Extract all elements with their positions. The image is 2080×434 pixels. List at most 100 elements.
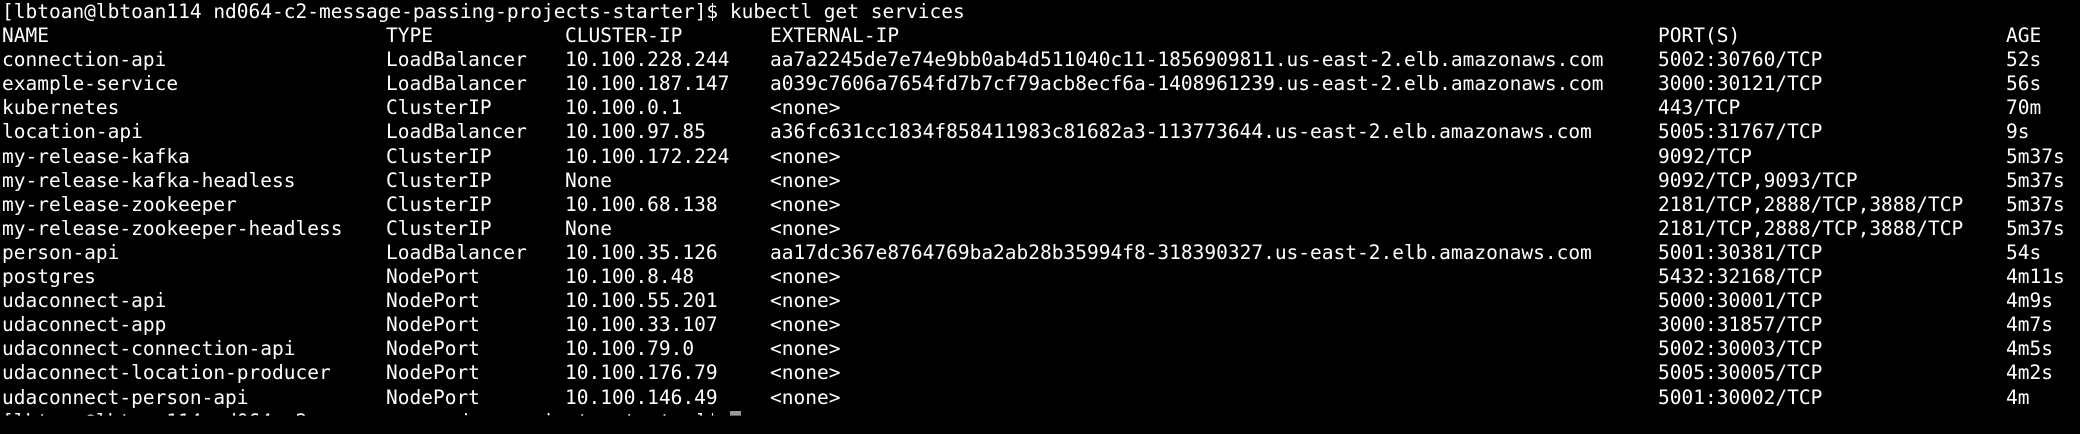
- service-external-ip: aa17dc367e8764769ba2ab28b35994f8-3183903…: [770, 240, 1592, 264]
- service-name: udaconnect-app: [2, 313, 167, 337]
- service-cluster-ip: 10.100.0.1: [565, 96, 683, 120]
- service-external-ip: <none>: [770, 216, 841, 240]
- service-cluster-ip: 10.100.228.244: [565, 48, 730, 72]
- service-ports: 3000:30121/TCP: [1658, 72, 1823, 96]
- table-row: udaconnect-person-api NodePort 10.100.146.…: [2, 386, 2078, 410]
- service-cluster-ip: 10.100.79.0: [565, 337, 695, 361]
- service-age: 4m9s: [2006, 289, 2053, 313]
- service-ports: 5001:30002/TCP: [1658, 385, 1823, 409]
- service-type: LoadBalancer: [386, 240, 527, 264]
- service-ports: 5002:30003/TCP: [1658, 337, 1823, 361]
- service-table-body: connection-api LoadBalancer 10.100.228.244…: [2, 48, 2078, 409]
- service-external-ip: <none>: [770, 168, 841, 192]
- service-age: 52s: [2006, 48, 2042, 72]
- service-external-ip: a36fc631cc1834f858411983c81682a3-1137736…: [770, 120, 1592, 144]
- next-prompt-line: [lbtoan@lbtoan114 nd064-c2-message-passi…: [2, 409, 2078, 433]
- table-row: udaconnect-app NodePort 10.100.33.107 <none…: [2, 313, 2078, 337]
- service-type: ClusterIP: [386, 144, 492, 168]
- service-name: my-release-kafka: [2, 144, 190, 168]
- service-external-ip: <none>: [770, 96, 841, 120]
- service-name: location-api: [2, 120, 143, 144]
- service-external-ip: a039c7606a7654fd7b7cf79acb8ecf6a-1408961…: [770, 72, 1604, 96]
- table-row: udaconnect-location-producer NodePort 10.1…: [2, 361, 2078, 385]
- service-name: udaconnect-location-producer: [2, 361, 331, 385]
- table-row: udaconnect-api NodePort 10.100.55.201 <none…: [2, 289, 2078, 313]
- service-cluster-ip: 10.100.176.79: [565, 361, 718, 385]
- service-cluster-ip: 10.100.33.107: [565, 313, 718, 337]
- table-row: my-release-zookeeper-headless ClusterIP No…: [2, 217, 2078, 241]
- service-cluster-ip: 10.100.55.201: [565, 289, 718, 313]
- service-age: 9s: [2006, 120, 2030, 144]
- service-type: NodePort: [386, 289, 480, 313]
- table-row: example-service LoadBalancer 10.100.187.14…: [2, 72, 2078, 96]
- service-cluster-ip: None: [565, 168, 612, 192]
- service-age: 5m37s: [2006, 168, 2065, 192]
- next-shell-prompt: [lbtoan@lbtoan114 nd064-c2-message-passi…: [2, 409, 730, 433]
- terminal-cursor: [729, 411, 741, 416]
- service-age: 4m11s: [2006, 265, 2065, 289]
- service-external-ip: <none>: [770, 289, 841, 313]
- service-external-ip: <none>: [770, 361, 841, 385]
- table-row: my-release-kafka ClusterIP 10.100.172.224 <…: [2, 145, 2078, 169]
- service-ports: 5005:30005/TCP: [1658, 361, 1823, 385]
- service-ports: 5002:30760/TCP: [1658, 48, 1823, 72]
- service-cluster-ip: None: [565, 216, 612, 240]
- table-row: connection-api LoadBalancer 10.100.228.244…: [2, 48, 2078, 72]
- service-external-ip: <none>: [770, 265, 841, 289]
- table-row: postgres NodePort 10.100.8.48 <none> 5432:32…: [2, 265, 2078, 289]
- service-external-ip: <none>: [770, 144, 841, 168]
- service-age: 4m: [2006, 385, 2030, 409]
- service-age: 54s: [2006, 240, 2042, 264]
- service-external-ip: aa7a2245de7e74e9bb0ab4d511040c11-1856909…: [770, 48, 1604, 72]
- header-cluster-ip: CLUSTER-IP: [565, 24, 683, 48]
- service-name: person-api: [2, 240, 120, 264]
- service-name: my-release-zookeeper-headless: [2, 216, 343, 240]
- service-name: kubernetes: [2, 96, 120, 120]
- table-header: NAME TYPE CLUSTER-IP EXTERNAL-IP PORT(S)…: [2, 24, 2078, 48]
- service-name: udaconnect-connection-api: [2, 337, 296, 361]
- service-type: NodePort: [386, 265, 480, 289]
- service-external-ip: <none>: [770, 192, 841, 216]
- header-name: NAME: [2, 24, 49, 48]
- service-age: 5m37s: [2006, 216, 2065, 240]
- service-type: LoadBalancer: [386, 120, 527, 144]
- service-cluster-ip: 10.100.146.49: [565, 385, 718, 409]
- service-type: NodePort: [386, 337, 480, 361]
- service-ports: 2181/TCP,2888/TCP,3888/TCP: [1658, 216, 1964, 240]
- service-name: my-release-kafka-headless: [2, 168, 296, 192]
- service-ports: 5005:31767/TCP: [1658, 120, 1823, 144]
- service-type: ClusterIP: [386, 168, 492, 192]
- header-age: AGE: [2006, 24, 2042, 48]
- service-cluster-ip: 10.100.97.85: [565, 120, 706, 144]
- service-ports: 3000:31857/TCP: [1658, 313, 1823, 337]
- shell-prompt: [lbtoan@lbtoan114 nd064-c2-message-passi…: [2, 0, 730, 23]
- service-age: 4m5s: [2006, 337, 2053, 361]
- header-external-ip: EXTERNAL-IP: [770, 24, 900, 48]
- service-type: LoadBalancer: [386, 72, 527, 96]
- service-age: 5m37s: [2006, 144, 2065, 168]
- service-name: example-service: [2, 72, 179, 96]
- service-ports: 9092/TCP,9093/TCP: [1658, 168, 1858, 192]
- service-name: postgres: [2, 265, 96, 289]
- service-age: 56s: [2006, 72, 2042, 96]
- service-ports: 5432:32168/TCP: [1658, 265, 1823, 289]
- command-text: kubectl get services: [729, 0, 965, 23]
- service-type: LoadBalancer: [386, 48, 527, 72]
- service-ports: 2181/TCP,2888/TCP,3888/TCP: [1658, 192, 1964, 216]
- service-age: 70m: [2006, 96, 2042, 120]
- service-ports: 5001:30381/TCP: [1658, 240, 1823, 264]
- service-external-ip: <none>: [770, 313, 841, 337]
- service-type: NodePort: [386, 361, 480, 385]
- service-name: my-release-zookeeper: [2, 192, 237, 216]
- service-ports: 443/TCP: [1658, 96, 1741, 120]
- service-age: 4m2s: [2006, 361, 2053, 385]
- table-row: udaconnect-connection-api NodePort 10.100.…: [2, 337, 2078, 361]
- service-type: NodePort: [386, 313, 480, 337]
- service-ports: 9092/TCP: [1658, 144, 1752, 168]
- terminal-window[interactable]: [lbtoan@lbtoan114 nd064-c2-message-passi…: [2, 0, 2078, 416]
- table-row: kubernetes ClusterIP 10.100.0.1 <none> 443/T…: [2, 96, 2078, 120]
- header-ports: PORT(S): [1658, 24, 1741, 48]
- table-row: my-release-kafka-headless ClusterIP None <n…: [2, 169, 2078, 193]
- service-name: connection-api: [2, 48, 167, 72]
- service-age: 4m7s: [2006, 313, 2053, 337]
